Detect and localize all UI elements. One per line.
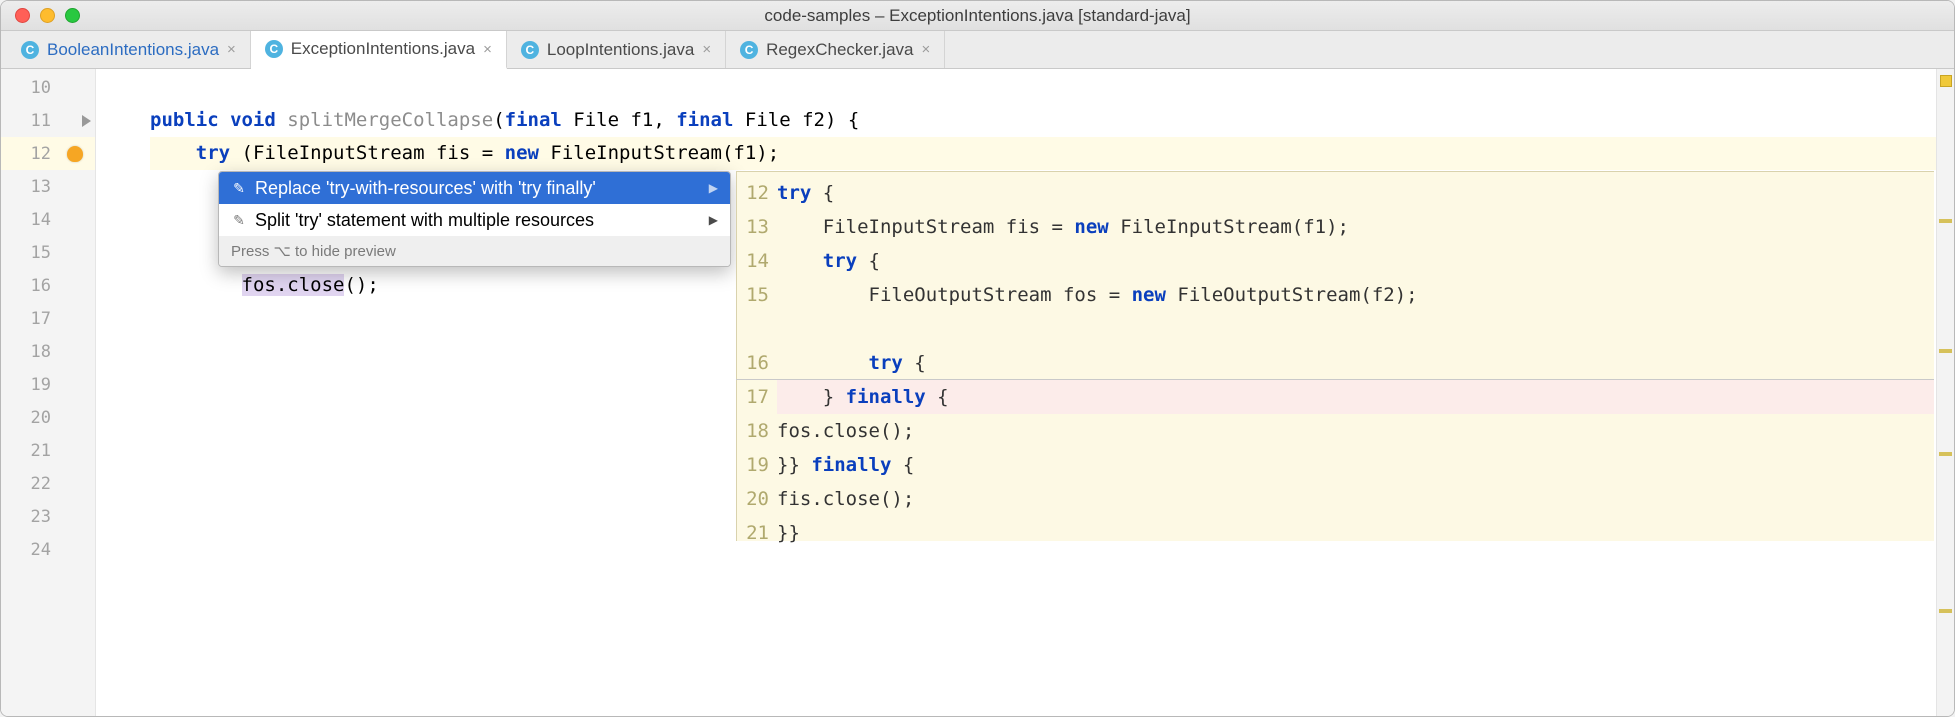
preview-line: FileOutputStream fos = new FileOutputStr… (777, 278, 1934, 312)
line-number: 19 (1, 368, 95, 401)
intention-actions-popup: ✎ Replace 'try-with-resources' with 'try… (218, 171, 731, 267)
code-line (150, 71, 1954, 104)
line-number[interactable]: 12 (1, 137, 95, 170)
line-number: 13 (1, 170, 95, 203)
tab-label: BooleanIntentions.java (47, 40, 219, 60)
tab-label: RegexChecker.java (766, 40, 913, 60)
code-line: try (FileInputStream fis = new FileInput… (150, 137, 1954, 170)
intention-preview-panel: 12 13 14 15 16 17 18 19 20 21 try { File… (736, 171, 1934, 541)
preview-line: try { (777, 346, 1934, 380)
java-class-icon: C (265, 40, 283, 58)
close-tab-icon[interactable]: × (227, 41, 236, 58)
preview-line: }} finally { (777, 448, 1934, 482)
titlebar: code-samples – ExceptionIntentions.java … (1, 1, 1954, 31)
intention-label: Replace 'try-with-resources' with 'try f… (255, 178, 596, 199)
zoom-window-button[interactable] (65, 8, 80, 23)
tab-regex-checker[interactable]: C RegexChecker.java × (726, 31, 945, 68)
line-number: 10 (1, 71, 95, 104)
preview-line: }} (777, 516, 1934, 550)
minimize-window-button[interactable] (40, 8, 55, 23)
line-number: 21 (1, 434, 95, 467)
tab-loop-intentions[interactable]: C LoopIntentions.java × (507, 31, 726, 68)
intention-split-try[interactable]: ✎ Split 'try' statement with multiple re… (219, 204, 730, 236)
tab-label: LoopIntentions.java (547, 40, 694, 60)
close-tab-icon[interactable]: × (702, 41, 711, 58)
preview-code: try { FileInputStream fis = new FileInpu… (777, 172, 1934, 541)
preview-line: FileInputStream fis = new FileInputStrea… (777, 210, 1934, 244)
line-number: 23 (1, 500, 95, 533)
warning-mark[interactable] (1939, 349, 1952, 353)
preview-line-number: 16 (737, 346, 777, 380)
intention-replace-try-finally[interactable]: ✎ Replace 'try-with-resources' with 'try… (219, 172, 730, 204)
close-tab-icon[interactable]: × (922, 41, 931, 58)
preview-line-number: 18 (737, 414, 777, 448)
preview-line-number: 14 (737, 244, 777, 278)
edit-icon: ✎ (231, 212, 247, 228)
java-class-icon: C (740, 41, 758, 59)
java-class-icon: C (21, 41, 39, 59)
line-number: 14 (1, 203, 95, 236)
warning-indicator-icon (1940, 75, 1952, 87)
line-number: 15 (1, 236, 95, 269)
intention-label: Split 'try' statement with multiple reso… (255, 210, 594, 231)
editor-tabs: C BooleanIntentions.java × C ExceptionIn… (1, 31, 1954, 69)
preview-line (777, 312, 1934, 346)
line-number: 17 (1, 302, 95, 335)
preview-line: try { (777, 244, 1934, 278)
preview-line-number (737, 312, 777, 346)
preview-line: fis.close(); (777, 482, 1934, 516)
line-number: 24 (1, 533, 95, 566)
preview-line-number: 12 (737, 176, 777, 210)
preview-gutter: 12 13 14 15 16 17 18 19 20 21 (737, 172, 777, 541)
ide-window: code-samples – ExceptionIntentions.java … (0, 0, 1955, 717)
line-number: 18 (1, 335, 95, 368)
tab-boolean-intentions[interactable]: C BooleanIntentions.java × (7, 31, 251, 68)
preview-line: try { (777, 176, 1934, 210)
preview-line: } finally { (777, 380, 1934, 414)
preview-divider (736, 379, 1934, 380)
preview-line-number: 13 (737, 210, 777, 244)
edit-icon: ✎ (231, 180, 247, 196)
preview-line-number: 20 (737, 482, 777, 516)
preview-line: fos.close(); (777, 414, 1934, 448)
close-tab-icon[interactable]: × (483, 41, 492, 58)
chevron-right-icon: ▶ (709, 181, 718, 195)
error-stripe[interactable] (1936, 69, 1954, 716)
warning-mark[interactable] (1939, 219, 1952, 223)
preview-line-number: 19 (737, 448, 777, 482)
line-number: 11 (1, 104, 95, 137)
warning-mark[interactable] (1939, 609, 1952, 613)
java-class-icon: C (521, 41, 539, 59)
warning-mark[interactable] (1939, 452, 1952, 456)
window-title: code-samples – ExceptionIntentions.java … (1, 6, 1954, 26)
tab-exception-intentions[interactable]: C ExceptionIntentions.java × (251, 31, 507, 69)
close-window-button[interactable] (15, 8, 30, 23)
line-number: 20 (1, 401, 95, 434)
window-controls (15, 8, 80, 23)
preview-line-number: 21 (737, 516, 777, 550)
gutter: 10 11 12 13 14 15 16 17 18 19 20 21 22 2… (1, 69, 96, 716)
intention-hint: Press ⌥ to hide preview (219, 236, 730, 266)
line-number: 16 (1, 269, 95, 302)
line-number: 22 (1, 467, 95, 500)
tab-label: ExceptionIntentions.java (291, 39, 475, 59)
code-line: public void splitMergeCollapse(final Fil… (150, 104, 1954, 137)
preview-line-number: 17 (737, 380, 777, 414)
chevron-right-icon: ▶ (709, 213, 718, 227)
preview-line-number: 15 (737, 278, 777, 312)
